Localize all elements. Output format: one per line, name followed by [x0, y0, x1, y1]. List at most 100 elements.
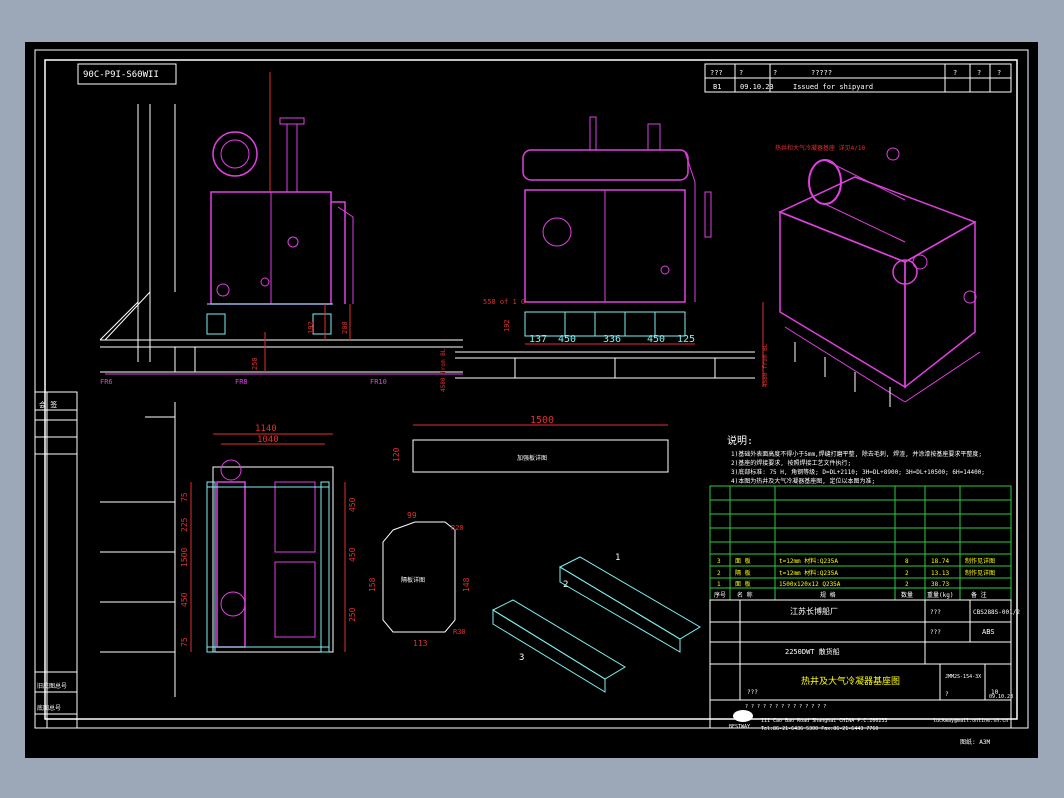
notes-title: 说明: [727, 434, 753, 447]
dim-113: 113 [413, 639, 428, 648]
tb-qm-row: ? ? ? ? ? ? ? ? ? ? ? ? ? ? [745, 704, 826, 710]
frame-fr8: FR8 [235, 378, 248, 386]
sheet-size: 图纸: A3M [960, 738, 990, 746]
tb-qm-2: ??? [930, 629, 941, 636]
bom-h-note: 备 注 [971, 591, 987, 599]
code-box-text: 90C-P9I-S60WII [83, 70, 159, 80]
rev-head-0: ??? [710, 69, 723, 77]
bom-h-no: 序号 [714, 591, 726, 599]
tb-drawing-no: CBS288S-001/2 [973, 609, 1020, 616]
note-3: 3)底部标准: 75 H, 角钢等级; D=DL+2110; 3H=DL+890… [731, 468, 985, 476]
bom-r0-weight: 18.74 [931, 558, 949, 565]
front-dim-4: 125 [677, 334, 695, 345]
tb-qm-1: ??? [930, 609, 941, 616]
label-old-base-no: 旧底图总号 [37, 682, 67, 690]
label-countersign: 会 签 [39, 400, 57, 409]
front-dim-1: 450 [558, 334, 576, 345]
bom-r2-weight: 38.73 [931, 581, 949, 588]
tb-company: 江苏长博船厂 [790, 606, 838, 616]
dim-l-0: 75 [180, 492, 189, 502]
part-1: 1 [615, 553, 620, 563]
label-base-no: 底图总号 [37, 704, 61, 712]
tb-date: 09.10.23 [989, 694, 1013, 700]
plate-detail-octagon: 99 R20 R30 158 148 113 隔板详图 [368, 511, 471, 648]
bom-r1-note: 制作见详图 [965, 569, 995, 577]
dim-h-192b: 192 [503, 319, 511, 332]
email-line: luckway@mail.online.sh.cn [933, 718, 1008, 724]
contact-line: Tel:86-21-6436 5300 Fax:86-21-6443 7760 [761, 726, 878, 732]
dim-148: 148 [462, 577, 471, 592]
dim-l-4: 450 [180, 592, 189, 607]
bom-r1-weight: 13.13 [931, 570, 949, 577]
dim-plate-h: 120 [392, 447, 401, 462]
part-3: 3 [519, 653, 524, 663]
bom-r2-spec: 1500x120x12 Q235A [779, 581, 841, 588]
bestway-logo: BESTWAY [729, 710, 753, 730]
rev-head-6: ? [997, 69, 1001, 77]
bom-table [709, 485, 1012, 601]
bom-r1-name: 隔 板 [735, 569, 751, 577]
iso-view: 热井和大气冷凝器基座 详见4/10 [775, 144, 981, 407]
bom-r0-no: 3 [717, 558, 721, 565]
bom-r1-spec: t=12mm 材料:Q235A [779, 569, 838, 577]
dim-elev-2: 4580 from BL [762, 343, 769, 387]
tb-class: ABS [982, 628, 995, 636]
bom-r0-name: 面 板 [735, 557, 751, 565]
dim-h-192: 192 [307, 321, 315, 334]
tb-ship-type: 2250DWT 散货船 [785, 647, 840, 656]
note-4: 4)本图为热井及大气冷凝器基座图, 定位以本图为准; [731, 477, 875, 485]
cad-drawing: 会 签 旧底图总号 底图总号 90C-P9I-S60WII ??? ? ? ??… [34, 49, 1029, 746]
address-line: 111 Cao Bao Road Shanghai CHINA P.C.2002… [761, 718, 887, 724]
dim-l-3: 1500 [180, 548, 189, 567]
iso-parts [491, 556, 701, 693]
front-view: 137 450 336 450 125 550 of 1 0 192 4580 … [455, 116, 769, 387]
bom-r0-note: 制作见详图 [965, 557, 995, 565]
left-sign-column [34, 391, 78, 729]
tb-doc-no: JMM2S-154-3X [945, 674, 981, 680]
dim-plate-99: 99 [407, 511, 417, 520]
part-2: 2 [563, 580, 568, 590]
dim-inner-width: 1040 [257, 435, 279, 445]
plate-label-2: 隔板详图 [401, 576, 425, 584]
rev-head-4: ? [953, 69, 957, 77]
dim-top-width: 1140 [255, 424, 277, 434]
logo-text: BESTWAY [729, 724, 750, 730]
front-dim-2: 336 [603, 334, 621, 345]
frame-fr6: FR6 [100, 378, 113, 386]
front-dim-0: 137 [529, 334, 547, 345]
drawing-sheet: 会 签 旧底图总号 底图总号 90C-P9I-S60WII ??? ? ? ??… [25, 42, 1038, 758]
dim-r-2: 450 [348, 497, 357, 512]
bom-h-qty: 数量 [901, 591, 913, 599]
bom-r2-name: 面 板 [735, 580, 751, 588]
rev-desc: Issued for shipyard [793, 83, 873, 91]
rev-head-1: ? [739, 69, 743, 77]
dim-550: 550 of 1 0 [483, 298, 525, 306]
plate-label: 加强板详图 [517, 454, 547, 462]
tb-page: ? [945, 691, 949, 698]
rev-head-3: ????? [811, 69, 832, 77]
bom-r2-qty: 2 [905, 581, 909, 588]
note-1: 1)基础外表面高度不得小于5mm,焊缝打磨平整, 除去毛刺, 焊渣, 并涂漆按基… [731, 450, 982, 458]
plan-view: 1140 1040 75 225 1500 450 75 450 450 250 [100, 402, 357, 697]
bom-h-name: 名 称 [737, 591, 753, 599]
rev-head-2: ? [773, 69, 777, 77]
plate-detail-1500: 1500 120 加强板详图 [392, 415, 669, 473]
rev-date: 09.10.23 [740, 83, 774, 91]
dim-158: 158 [368, 577, 377, 592]
dim-plate-len: 1500 [530, 415, 554, 426]
outer-frame [34, 49, 1029, 729]
rev-no: B1 [713, 83, 721, 91]
bom-r2-no: 1 [717, 581, 721, 588]
dim-r30: R30 [453, 628, 466, 636]
note-2: 2)基座的焊接要求, 按照焊接工艺文件执行; [731, 459, 851, 467]
bom-h-spec: 规 格 [820, 591, 836, 599]
rev-head-5: ? [977, 69, 981, 77]
bom-r1-no: 2 [717, 570, 721, 577]
frame-fr10: FR10 [370, 378, 387, 386]
bom-r0-qty: 8 [905, 558, 909, 565]
iso-note: 热井和大气冷凝器基座 详见4/10 [775, 144, 865, 152]
dim-r-4: 250 [348, 607, 357, 622]
dim-l-6: 75 [180, 637, 189, 647]
dim-elev: 4580 from BL [440, 348, 447, 392]
dim-h-250: 250 [251, 357, 259, 370]
